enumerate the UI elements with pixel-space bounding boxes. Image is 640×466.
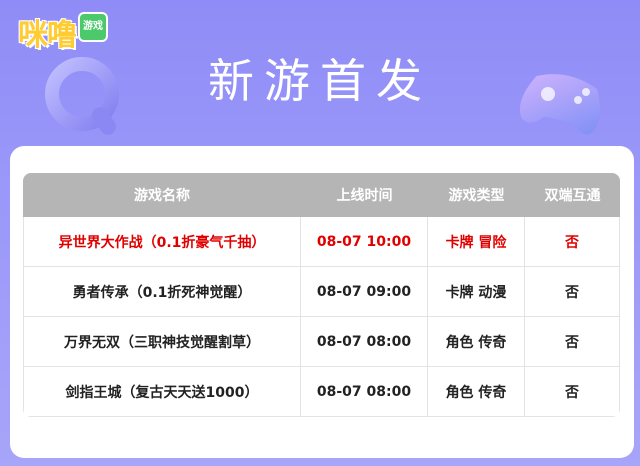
game-type: 卡牌 动漫 [428, 267, 525, 317]
game-name[interactable]: 万界无双（三职神技觉醒割草） [23, 317, 301, 367]
game-name[interactable]: 勇者传承（0.1折死神觉醒） [23, 267, 301, 317]
game-name[interactable]: 异世界大作战（0.1折豪气千抽） [23, 217, 301, 267]
release-time: 08-07 10:00 [301, 217, 428, 267]
table-row[interactable]: 剑指王城（复古天天送1000） 08-07 08:00 角色 传奇 否 [23, 367, 620, 417]
game-release-table: 游戏名称 上线时间 游戏类型 双端互通 异世界大作战（0.1折豪气千抽） 08-… [23, 173, 620, 417]
logo-badge: 游戏 [78, 12, 108, 42]
game-list-panel: 游戏名称 上线时间 游戏类型 双端互通 异世界大作战（0.1折豪气千抽） 08-… [10, 146, 634, 458]
game-type: 角色 传奇 [428, 317, 525, 367]
column-header-type: 游戏类型 [428, 173, 525, 217]
column-header-time: 上线时间 [301, 173, 428, 217]
release-time: 08-07 08:00 [301, 367, 428, 417]
column-header-cross-platform: 双端互通 [525, 173, 620, 217]
cross-platform: 否 [525, 317, 620, 367]
game-type: 卡牌 冒险 [428, 217, 525, 267]
cross-platform: 否 [525, 267, 620, 317]
cross-platform: 否 [525, 217, 620, 267]
game-type: 角色 传奇 [428, 367, 525, 417]
page-title: 新游首发 [208, 54, 432, 108]
column-header-name: 游戏名称 [23, 173, 301, 217]
table-header-row: 游戏名称 上线时间 游戏类型 双端互通 [23, 173, 620, 217]
release-time: 08-07 08:00 [301, 317, 428, 367]
table-row[interactable]: 勇者传承（0.1折死神觉醒） 08-07 09:00 卡牌 动漫 否 [23, 267, 620, 317]
table-row[interactable]: 异世界大作战（0.1折豪气千抽） 08-07 10:00 卡牌 冒险 否 [23, 217, 620, 267]
cross-platform: 否 [525, 367, 620, 417]
game-name[interactable]: 剑指王城（复古天天送1000） [23, 367, 301, 417]
table-row[interactable]: 万界无双（三职神技觉醒割草） 08-07 08:00 角色 传奇 否 [23, 317, 620, 367]
release-time: 08-07 09:00 [301, 267, 428, 317]
